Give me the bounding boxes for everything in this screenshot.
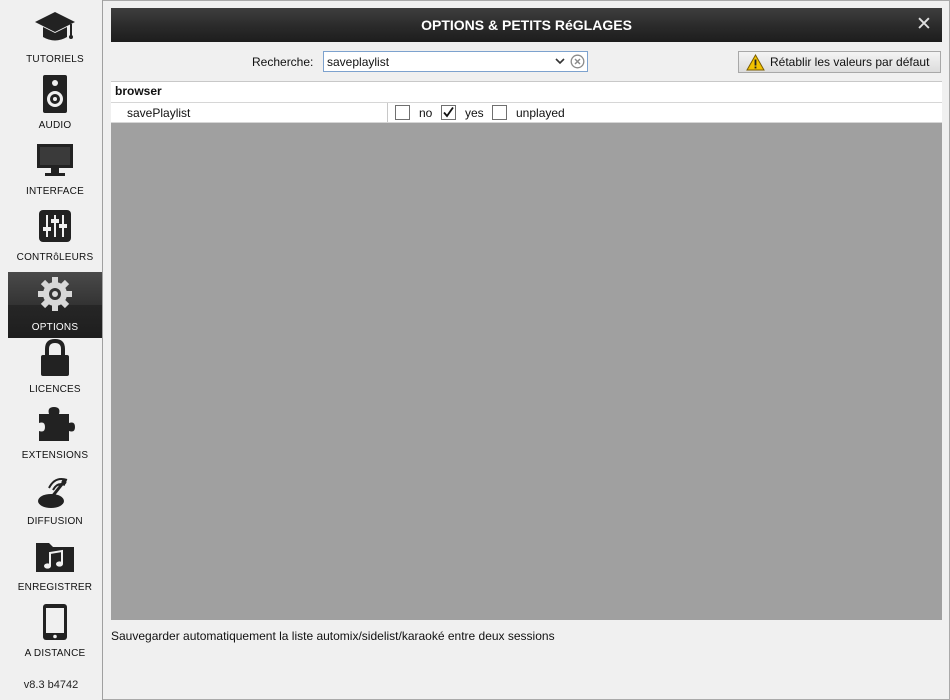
search-input[interactable] [327, 53, 549, 70]
window-title: OPTIONS & PETITS RéGLAGES [421, 17, 632, 33]
tablet-icon [8, 602, 102, 642]
sidebar-item-tutoriels[interactable]: TUTORIELS [8, 2, 102, 68]
gear-icon [8, 274, 102, 314]
checkbox-label-no[interactable]: no [419, 106, 432, 120]
sidebar-item-enregistrer[interactable]: ENREGISTRER [8, 530, 102, 596]
sidebar-item-audio[interactable]: AUDIO [8, 68, 102, 134]
checkbox-label-yes[interactable]: yes [465, 106, 484, 120]
sidebar-item-label: ENREGISTRER [17, 582, 93, 593]
reset-defaults-label: Rétablir les valeurs par défaut [770, 55, 930, 69]
search-field [323, 51, 588, 72]
column-divider [387, 103, 388, 122]
window-titlebar: OPTIONS & PETITS RéGLAGES ✕ [111, 8, 942, 42]
broadcast-icon [8, 470, 102, 510]
sidebar-item-label: DIFFUSION [27, 516, 83, 527]
search-dropdown-button[interactable] [552, 52, 568, 71]
sidebar: TUTORIELS AUDIO INTERFACE CONTRôLEURS OP… [0, 0, 103, 700]
lock-icon [8, 338, 102, 378]
sidebar-item-diffusion[interactable]: DIFFUSION [8, 464, 102, 530]
option-row: savePlaylist no yes unplayed [111, 102, 942, 123]
sliders-icon [8, 206, 102, 246]
reset-defaults-button[interactable]: Rétablir les valeurs par défaut [738, 51, 941, 73]
option-group-header: browser [111, 81, 942, 102]
sidebar-item-label: EXTENSIONS [21, 450, 89, 461]
checkbox-unplayed[interactable] [492, 105, 507, 120]
option-description: Sauvegarder automatiquement la liste aut… [111, 629, 555, 643]
sidebar-item-interface[interactable]: INTERFACE [8, 134, 102, 200]
sidebar-item-licences[interactable]: LICENCES [8, 332, 102, 398]
sidebar-item-label: LICENCES [29, 384, 81, 395]
version-label: v8.3 b4742 [23, 679, 79, 691]
music-folder-icon [8, 536, 102, 576]
warning-icon [746, 54, 765, 71]
sidebar-item-label: TUTORIELS [26, 54, 84, 65]
puzzle-icon [8, 404, 102, 444]
sidebar-item-label: INTERFACE [26, 186, 84, 197]
checkmark-icon [443, 106, 454, 118]
sidebar-item-extensions[interactable]: EXTENSIONS [8, 398, 102, 464]
chevron-down-icon [555, 58, 565, 65]
close-button[interactable]: ✕ [915, 8, 933, 42]
checkbox-label-unplayed[interactable]: unplayed [516, 106, 565, 120]
clear-search-icon[interactable] [570, 54, 585, 69]
sidebar-item-label: CONTRôLEURS [16, 252, 94, 263]
speaker-icon [8, 74, 102, 114]
sidebar-item-label: A DISTANCE [24, 648, 86, 659]
search-label: Recherche: [252, 55, 314, 69]
sidebar-item-controleurs[interactable]: CONTRôLEURS [8, 200, 102, 266]
sidebar-item-options[interactable]: OPTIONS [8, 272, 102, 338]
options-panel: browser savePlaylist no yes unplayed [111, 81, 942, 620]
graduation-cap-icon [8, 8, 102, 48]
option-name: savePlaylist [127, 106, 191, 120]
checkbox-no[interactable] [395, 105, 410, 120]
monitor-icon [8, 140, 102, 180]
sidebar-item-a-distance[interactable]: A DISTANCE [8, 596, 102, 662]
checkbox-yes[interactable] [441, 105, 456, 120]
sidebar-item-label: AUDIO [38, 120, 72, 131]
